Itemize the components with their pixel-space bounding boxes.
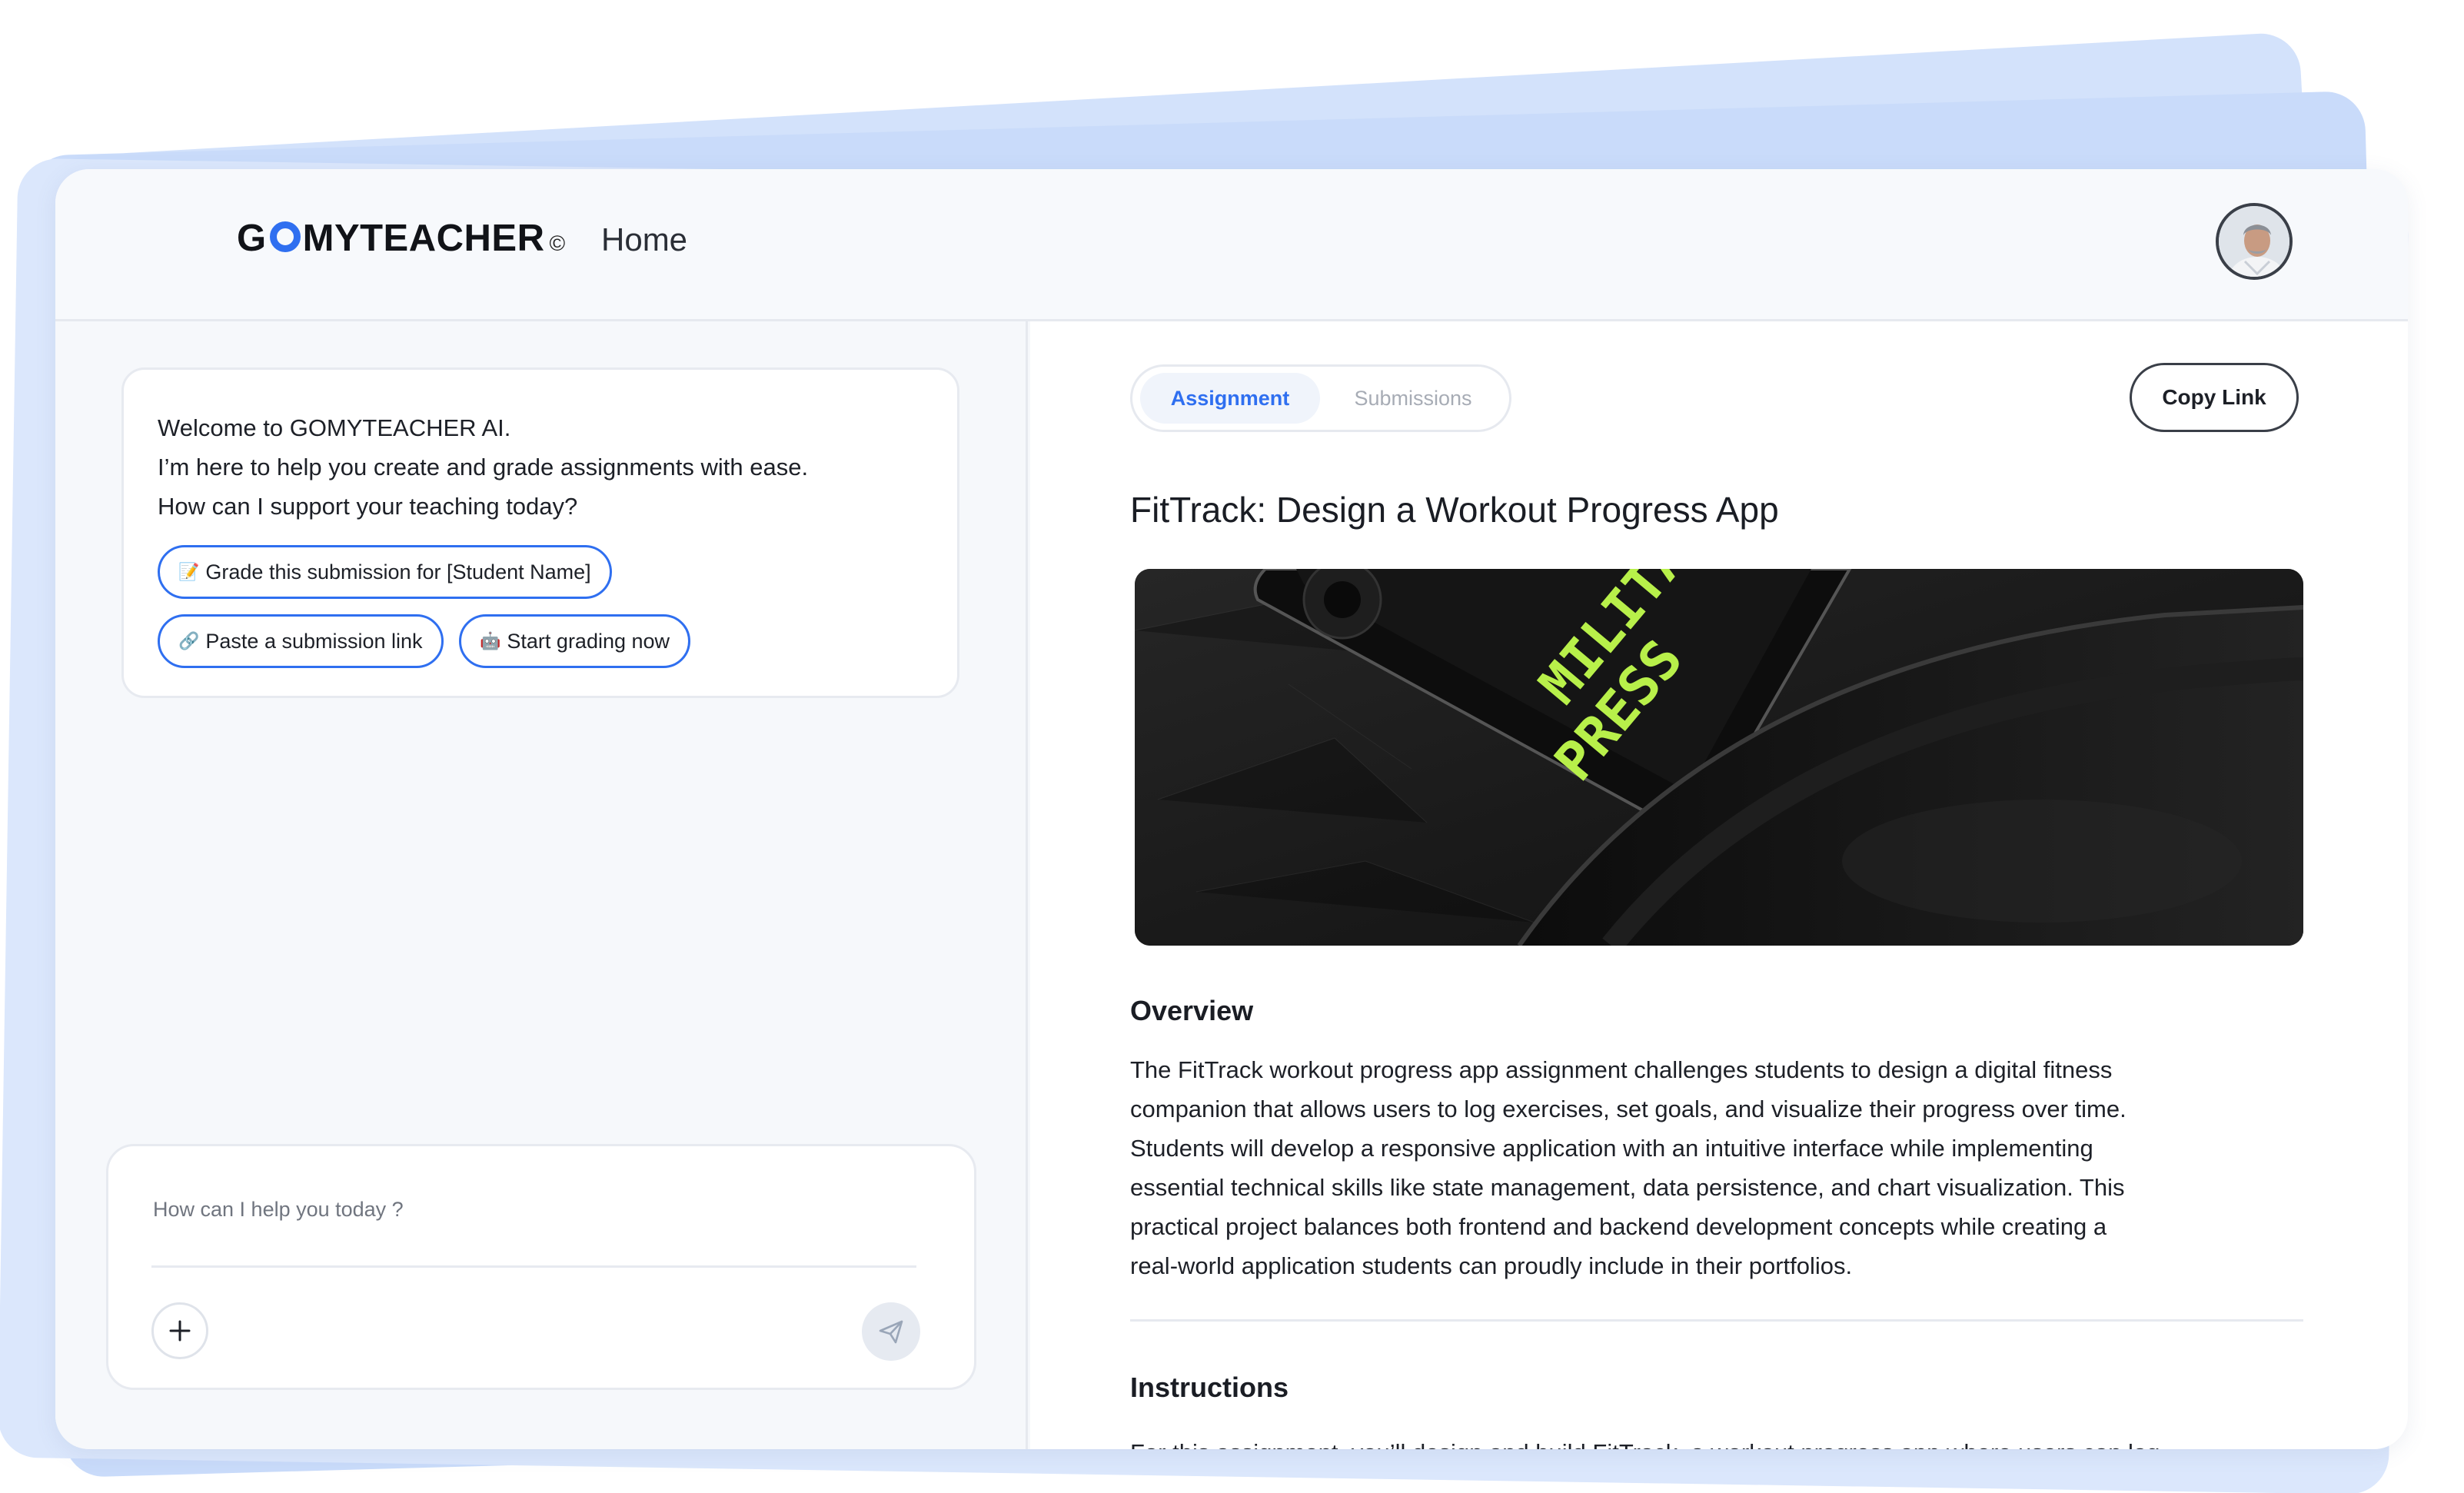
welcome-line: How can I support your teaching today? [158,493,578,520]
overview-text: The FitTrack workout progress app assign… [1130,1050,2299,1285]
app-window: G MYTEACHER © Home Welcome to GOMYTEACHER … [55,169,2408,1449]
suggestion-chip-start-grading[interactable]: 🤖 Start grading now [459,614,691,668]
composer-divider [151,1265,916,1268]
instructions-heading: Instructions [1130,1372,1289,1403]
user-avatar[interactable] [2216,203,2293,280]
copy-link-button[interactable]: Copy Link [2130,363,2299,432]
overview-heading: Overview [1130,995,1254,1026]
assignment-panel: Assignment Submissions Copy Link FitTrac… [1030,321,2408,1449]
overview-line: essential technical skills like state ma… [1130,1174,2125,1201]
overview-line: companion that allows users to log exerc… [1130,1096,2126,1122]
nav-home-link[interactable]: Home [601,221,687,258]
tab-submissions[interactable]: Submissions [1325,373,1501,424]
link-icon: 🔗 [178,631,200,650]
welcome-message-card: Welcome to GOMYTEACHER AI. I’m here to h… [121,367,959,698]
message-composer [106,1144,976,1390]
brand-logo-ring-icon [269,221,301,252]
assignment-title: FitTrack: Design a Workout Progress App [1130,490,1779,530]
brand-logo-suffix: MYTEACHER [302,218,545,259]
user-avatar-image [2219,206,2289,277]
welcome-message: Welcome to GOMYTEACHER AI. I’m here to h… [158,408,808,526]
plus-icon [169,1320,191,1342]
robot-icon: 🤖 [480,631,501,650]
assignment-tabs: Assignment Submissions [1130,364,1511,432]
chat-input[interactable] [153,1186,891,1232]
copyright-mark: © [549,231,566,255]
overview-line: practical project balances both frontend… [1130,1213,2107,1240]
memo-icon: 📝 [178,562,200,581]
send-button[interactable] [862,1302,920,1361]
instructions-text: For this assignment, you’ll design and b… [1130,1433,2160,1449]
top-navigation-bar: G MYTEACHER © Home [55,169,2408,321]
suggestion-chip-paste-link[interactable]: 🔗 Paste a submission link [158,614,444,668]
section-divider [1130,1319,2303,1322]
assistant-panel: Welcome to GOMYTEACHER AI. I’m here to h… [55,321,1028,1449]
brand-logo[interactable]: G MYTEACHER © [237,217,566,271]
welcome-line: I’m here to help you create and grade as… [158,454,809,480]
cover-photo: MILITA PRESS [1135,569,2303,946]
assignment-cover-image: MILITA PRESS [1135,569,2303,946]
welcome-line: Welcome to GOMYTEACHER AI. [158,414,511,441]
overview-line: The FitTrack workout progress app assign… [1130,1056,2113,1083]
paper-plane-icon [879,1320,903,1344]
suggestion-chip-label: Start grading now [507,629,670,653]
overview-line: real-world application students can prou… [1130,1252,1853,1279]
suggestion-chip-label: Grade this submission for [Student Name] [205,560,591,584]
add-attachment-button[interactable] [151,1302,208,1359]
suggestion-chip-grade-submission[interactable]: 📝 Grade this submission for [Student Nam… [158,545,612,599]
overview-line: Students will develop a responsive appli… [1130,1135,2093,1162]
brand-logo-prefix: G [237,218,267,259]
tab-assignment[interactable]: Assignment [1140,373,1320,424]
suggestion-chip-label: Paste a submission link [205,629,423,653]
